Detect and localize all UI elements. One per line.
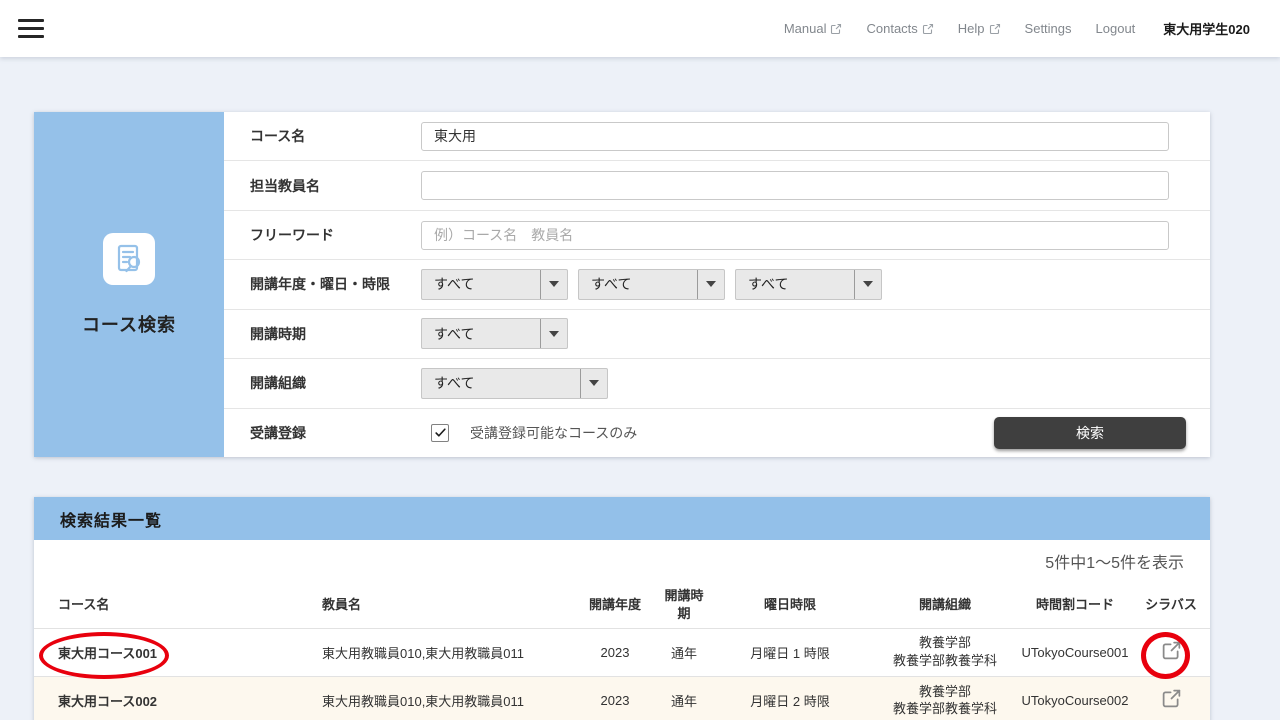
day-select-value: すべて bbox=[579, 270, 697, 299]
form-row-instructor-name: 担当教員名 bbox=[224, 160, 1210, 209]
course-name-label: コース名 bbox=[224, 126, 421, 146]
period-select-value: すべて bbox=[736, 270, 854, 299]
term-label: 開講時期 bbox=[224, 324, 421, 344]
term-select-value: すべて bbox=[422, 319, 540, 348]
col-header-course: コース名 bbox=[34, 582, 322, 628]
course-001-organization: 教養学部 教養学部教養学科 bbox=[872, 628, 1018, 676]
course-001-teachers: 東大用教職員010,東大用教職員011 bbox=[322, 628, 570, 676]
year-select[interactable]: すべて bbox=[421, 269, 568, 300]
organization-select[interactable]: すべて bbox=[421, 368, 608, 399]
form-row-term: 開講時期 すべて bbox=[224, 309, 1210, 358]
course-002-organization: 教養学部 教養学部教養学科 bbox=[872, 676, 1018, 720]
external-link-icon bbox=[922, 23, 934, 35]
document-search-icon bbox=[103, 233, 155, 285]
logged-in-username: 東大用学生020 bbox=[1163, 19, 1250, 38]
term-select[interactable]: すべて bbox=[421, 318, 568, 349]
results-count: 5件中1〜5件を表示 bbox=[34, 540, 1210, 582]
chevron-down-icon bbox=[854, 270, 881, 299]
course-001-syllabus-external-link-icon[interactable] bbox=[1161, 640, 1182, 661]
free-word-input[interactable] bbox=[421, 221, 1169, 250]
col-header-teachers: 教員名 bbox=[322, 582, 570, 628]
nav-manual-label: Manual bbox=[784, 21, 827, 36]
col-header-organization: 開講組織 bbox=[872, 582, 1018, 628]
organization-select-value: すべて bbox=[422, 369, 580, 398]
year-select-value: すべて bbox=[422, 270, 540, 299]
year-day-period-label: 開講年度・曜日・時限 bbox=[224, 274, 421, 294]
search-panel-title: コース検索 bbox=[82, 311, 176, 337]
top-bar: Manual Contacts Help Settings Logout 東大用… bbox=[0, 0, 1280, 57]
col-header-timetable-code: 時間割コード bbox=[1018, 582, 1132, 628]
organization-label: 開講組織 bbox=[224, 373, 421, 393]
course-name-input[interactable] bbox=[421, 122, 1169, 151]
registration-label: 受講登録 bbox=[224, 423, 421, 443]
chevron-down-icon bbox=[697, 270, 724, 299]
check-icon bbox=[434, 426, 447, 439]
registration-checkbox-label: 受講登録可能なコースのみ bbox=[470, 423, 637, 443]
form-row-organization: 開講組織 すべて bbox=[224, 358, 1210, 407]
search-results-panel: 検索結果一覧 5件中1〜5件を表示 コース名 教員名 開講年度 開講時期 曜日時… bbox=[34, 497, 1210, 720]
nav-settings-link[interactable]: Settings bbox=[1025, 21, 1072, 36]
course-001-term: 通年 bbox=[660, 628, 708, 676]
results-header: 検索結果一覧 bbox=[34, 497, 1210, 540]
form-row-free-word: フリーワード bbox=[224, 210, 1210, 259]
course-001-name[interactable]: 東大用コース001 bbox=[58, 646, 157, 661]
chevron-down-icon bbox=[580, 369, 607, 398]
hamburger-menu-icon[interactable] bbox=[18, 14, 44, 43]
course-002-syllabus-external-link-icon[interactable] bbox=[1161, 688, 1182, 709]
form-row-registration: 受講登録 受講登録可能なコースのみ 検索 bbox=[224, 408, 1210, 457]
nav-logout-link[interactable]: Logout bbox=[1096, 21, 1136, 36]
col-header-year: 開講年度 bbox=[570, 582, 660, 628]
form-row-year-day-period: 開講年度・曜日・時限 すべて すべて すべて bbox=[224, 259, 1210, 308]
table-row-course-002: 東大用コース002 東大用教職員010,東大用教職員011 2023 通年 月曜… bbox=[34, 676, 1210, 720]
nav-help-label: Help bbox=[958, 21, 985, 36]
nav-contacts-link[interactable]: Contacts bbox=[866, 21, 933, 36]
course-001-timetable-code: UTokyoCourse001 bbox=[1018, 628, 1132, 676]
nav-help-link[interactable]: Help bbox=[958, 21, 1001, 36]
course-001-year: 2023 bbox=[570, 628, 660, 676]
nav-contacts-label: Contacts bbox=[866, 21, 917, 36]
instructor-name-label: 担当教員名 bbox=[224, 176, 421, 196]
external-link-icon bbox=[830, 23, 842, 35]
course-002-day-period: 月曜日 2 時限 bbox=[708, 676, 872, 720]
free-word-label: フリーワード bbox=[224, 225, 421, 245]
nav-manual-link[interactable]: Manual bbox=[784, 21, 843, 36]
course-002-timetable-code: UTokyoCourse002 bbox=[1018, 676, 1132, 720]
col-header-term: 開講時期 bbox=[660, 582, 708, 628]
day-select[interactable]: すべて bbox=[578, 269, 725, 300]
chevron-down-icon bbox=[540, 270, 567, 299]
form-row-course-name: コース名 bbox=[224, 112, 1210, 160]
course-search-side: コース検索 bbox=[34, 112, 224, 457]
nav-logout-label: Logout bbox=[1096, 21, 1136, 36]
search-button[interactable]: 検索 bbox=[994, 417, 1186, 449]
course-002-name[interactable]: 東大用コース002 bbox=[58, 694, 157, 709]
registration-checkbox[interactable] bbox=[431, 424, 449, 442]
course-002-teachers: 東大用教職員010,東大用教職員011 bbox=[322, 676, 570, 720]
course-search-panel: コース検索 コース名 担当教員名 フリーワード 開講年度・曜日・時限 す bbox=[34, 112, 1210, 457]
external-link-icon bbox=[989, 23, 1001, 35]
results-title: 検索結果一覧 bbox=[60, 507, 162, 531]
period-select[interactable]: すべて bbox=[735, 269, 882, 300]
col-header-day-period: 曜日時限 bbox=[708, 582, 872, 628]
course-search-form: コース名 担当教員名 フリーワード 開講年度・曜日・時限 すべて bbox=[224, 112, 1210, 457]
top-nav: Manual Contacts Help Settings Logout 東大用… bbox=[784, 19, 1280, 38]
nav-settings-label: Settings bbox=[1025, 21, 1072, 36]
chevron-down-icon bbox=[540, 319, 567, 348]
course-002-year: 2023 bbox=[570, 676, 660, 720]
course-002-term: 通年 bbox=[660, 676, 708, 720]
instructor-name-input[interactable] bbox=[421, 171, 1169, 200]
table-row-course-001: 東大用コース001 東大用教職員010,東大用教職員011 2023 通年 月曜… bbox=[34, 628, 1210, 676]
course-001-day-period: 月曜日 1 時限 bbox=[708, 628, 872, 676]
table-header-row: コース名 教員名 開講年度 開講時期 曜日時限 開講組織 時間割コード シラバス bbox=[34, 582, 1210, 628]
results-table: コース名 教員名 開講年度 開講時期 曜日時限 開講組織 時間割コード シラバス… bbox=[34, 582, 1210, 720]
col-header-syllabus: シラバス bbox=[1132, 582, 1210, 628]
